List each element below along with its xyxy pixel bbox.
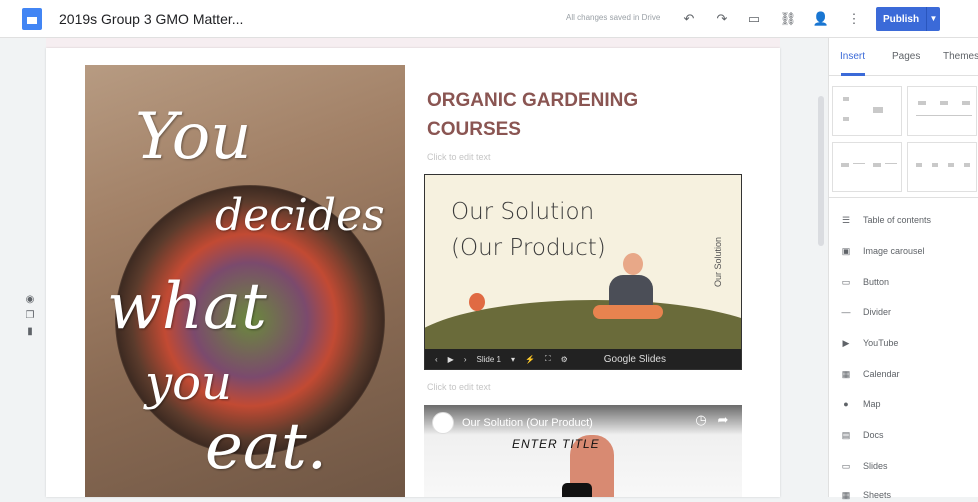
sheets-icon: ▦: [841, 490, 851, 500]
hero-word-5: eat.: [205, 410, 328, 484]
more-icon[interactable]: ⋮: [845, 10, 863, 28]
insert-item-label: Divider: [863, 307, 892, 317]
hero-word-3: what: [107, 270, 267, 344]
insert-item-label: Calendar: [863, 369, 900, 379]
insert-youtube[interactable]: ▶ YouTube: [841, 336, 899, 350]
section-tools: ◉ ❐ ▮: [24, 294, 38, 342]
sidebar-tabs: Insert Pages Themes: [829, 38, 978, 76]
hero-word-1: You: [135, 100, 252, 174]
palette-icon[interactable]: ◉: [24, 294, 36, 306]
insert-table-of-contents[interactable]: ☰ Table of contents: [841, 213, 931, 227]
insert-map[interactable]: ● Map: [841, 397, 881, 411]
insert-sheets[interactable]: ▦ Sheets: [841, 488, 891, 502]
insert-button[interactable]: ▭ Button: [841, 275, 889, 289]
slide-selector[interactable]: Slide 1: [477, 355, 501, 364]
delete-icon[interactable]: ▮: [24, 326, 36, 338]
hero-word-4: you: [145, 355, 232, 411]
insert-item-label: Sheets: [863, 490, 892, 500]
link-icon[interactable]: ⛓: [779, 10, 797, 28]
channel-avatar-icon[interactable]: [432, 412, 454, 434]
table-of-contents-icon: ☰: [841, 215, 851, 225]
course-title-line-1: ORGANIC GARDENING: [427, 90, 639, 111]
slide-heading-line-1: Our Solution: [451, 199, 595, 225]
site-title[interactable]: 2019s Group 3 GMO Matter...: [59, 11, 243, 27]
slide-vertical-text: Our Solution: [713, 236, 723, 287]
edit-text-placeholder[interactable]: Click to edit text: [427, 152, 491, 162]
publish-caret-icon[interactable]: ▼: [926, 7, 940, 31]
save-status: All changes saved in Drive: [566, 13, 661, 22]
docs-icon: ▤: [841, 430, 851, 440]
course-title[interactable]: ORGANIC GARDENING COURSES: [427, 86, 638, 144]
slides-control-bar: ‹ ▶ › Slide 1 ▾ ⚡ ⛶ ⚙ Google Slides: [425, 349, 741, 369]
slides-icon: ▭: [841, 461, 851, 471]
button-icon: ▭: [841, 277, 851, 287]
share-icon[interactable]: 👤: [812, 10, 830, 28]
youtube-icon: ▶: [842, 338, 850, 348]
youtube-play-button[interactable]: [562, 483, 592, 497]
insert-docs[interactable]: ▤ Docs: [841, 428, 884, 442]
active-tab-indicator: [841, 73, 865, 76]
calendar-icon: ▦: [841, 369, 851, 379]
editor-canvas: ◉ ❐ ▮ You decides what you eat. ORGANIC …: [0, 38, 828, 497]
insert-calendar[interactable]: ▦ Calendar: [841, 367, 900, 381]
google-sites-icon[interactable]: [22, 7, 42, 30]
publish-button[interactable]: Publish ▼: [876, 7, 940, 31]
tab-insert[interactable]: Insert: [840, 51, 865, 62]
course-title-line-2: COURSES: [427, 119, 521, 140]
undo-icon[interactable]: ↶: [680, 10, 698, 28]
insert-item-label: Slides: [863, 461, 888, 471]
canvas-scrollbar[interactable]: [818, 96, 824, 246]
insert-slides[interactable]: ▭ Slides: [841, 459, 888, 473]
sidebar-divider: [829, 197, 978, 198]
publish-label: Publish: [882, 13, 920, 25]
fullscreen-icon[interactable]: ⛶: [545, 354, 551, 364]
image-carousel-icon: ▣: [841, 246, 851, 256]
right-sidebar: Insert Pages Themes ☰ Table of contents …: [828, 38, 978, 500]
insert-item-label: Button: [863, 277, 890, 287]
prev-icon[interactable]: ‹: [435, 355, 438, 364]
layout-option-1[interactable]: [832, 86, 902, 136]
insert-item-label: YouTube: [863, 338, 899, 348]
slide-heading-line-2: (Our Product): [451, 235, 606, 261]
duplicate-icon[interactable]: ❐: [24, 310, 36, 322]
insert-image-carousel[interactable]: ▣ Image carousel: [841, 244, 925, 258]
insert-item-label: Image carousel: [863, 246, 925, 256]
hero-word-2: decides: [215, 190, 385, 241]
divider-icon: —: [841, 307, 851, 317]
youtube-embed[interactable]: ENTER TITLE Our Solution (Our Product) ◷…: [424, 405, 742, 497]
google-slides-brand[interactable]: Google Slides: [604, 354, 666, 365]
video-overlay-text: ENTER TITLE: [512, 437, 600, 451]
edit-text-placeholder-2[interactable]: Click to edit text: [427, 382, 491, 392]
preview-icon[interactable]: ▭: [745, 10, 763, 28]
layout-option-4[interactable]: [907, 142, 977, 192]
page-section[interactable]: You decides what you eat. ORGANIC GARDEN…: [46, 48, 780, 497]
next-icon[interactable]: ›: [464, 355, 467, 364]
insert-item-label: Map: [863, 399, 881, 409]
map-icon: ●: [843, 399, 849, 409]
slide-selector-caret-icon[interactable]: ▾: [511, 355, 515, 364]
share-video-icon[interactable]: ➦: [714, 411, 732, 429]
layout-option-2[interactable]: [907, 86, 977, 136]
play-icon[interactable]: ▶: [448, 355, 454, 364]
flash-icon[interactable]: ⚡: [525, 355, 535, 364]
insert-item-label: Docs: [863, 430, 884, 440]
insert-divider[interactable]: — Divider: [841, 305, 892, 319]
slide-figure-head: [623, 253, 643, 275]
insert-item-label: Table of contents: [863, 215, 932, 225]
layout-option-3[interactable]: [832, 142, 902, 192]
slides-embed[interactable]: Our Solution (Our Product) Our Solution …: [424, 174, 742, 370]
hero-image[interactable]: You decides what you eat.: [85, 65, 405, 497]
slide-plant-shape: [469, 293, 485, 311]
watch-later-icon[interactable]: ◷: [692, 411, 710, 429]
tab-themes[interactable]: Themes: [943, 51, 978, 62]
top-bar: 2019s Group 3 GMO Matter... All changes …: [0, 0, 978, 38]
slide-figure-legs: [593, 305, 663, 319]
tab-pages[interactable]: Pages: [892, 51, 920, 62]
settings-icon[interactable]: ⚙: [561, 355, 568, 364]
redo-icon[interactable]: ↷: [713, 10, 731, 28]
youtube-video-title[interactable]: Our Solution (Our Product): [462, 417, 593, 429]
header-banner-strip: [46, 38, 780, 48]
